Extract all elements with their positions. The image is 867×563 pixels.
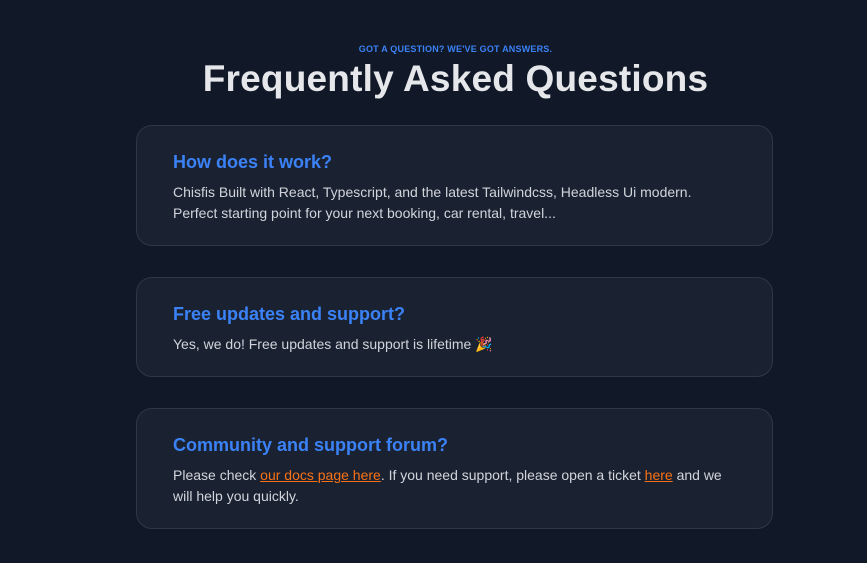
faq-item-community-forum: Community and support forum? Please chec…: [136, 408, 773, 529]
faq-answer: Chisfis Built with React, Typescript, an…: [173, 184, 692, 221]
faq-item-how-it-works: How does it work? Chisfis Built with Rea…: [136, 125, 773, 246]
support-ticket-link[interactable]: here: [645, 467, 673, 483]
faq-question: Free updates and support?: [173, 304, 406, 324]
faq-answer: Yes, we do! Free updates and support is …: [173, 334, 733, 355]
faq-question: How does it work?: [173, 152, 333, 172]
faq-item-updates-support: Free updates and support? Yes, we do! Fr…: [136, 277, 773, 377]
party-popper-icon: 🎉: [475, 336, 493, 352]
faq-answer: Please check our docs page here. If you …: [173, 465, 733, 507]
faq-eyebrow: GOT A QUESTION? WE'VE GOT ANSWERS.: [358, 44, 553, 54]
faq-answer-text: Please check: [173, 467, 261, 483]
docs-page-link[interactable]: our docs page here: [260, 467, 381, 483]
faq-page: GOT A QUESTION? WE'VE GOT ANSWERS. Frequ…: [0, 0, 867, 563]
page-title: Frequently Asked Questions: [202, 58, 709, 99]
faq-answer-text: . If you need support, please open a tic…: [380, 467, 645, 483]
faq-answer-text: Yes, we do! Free updates and support is …: [173, 336, 472, 352]
faq-question: Community and support forum?: [173, 435, 448, 455]
